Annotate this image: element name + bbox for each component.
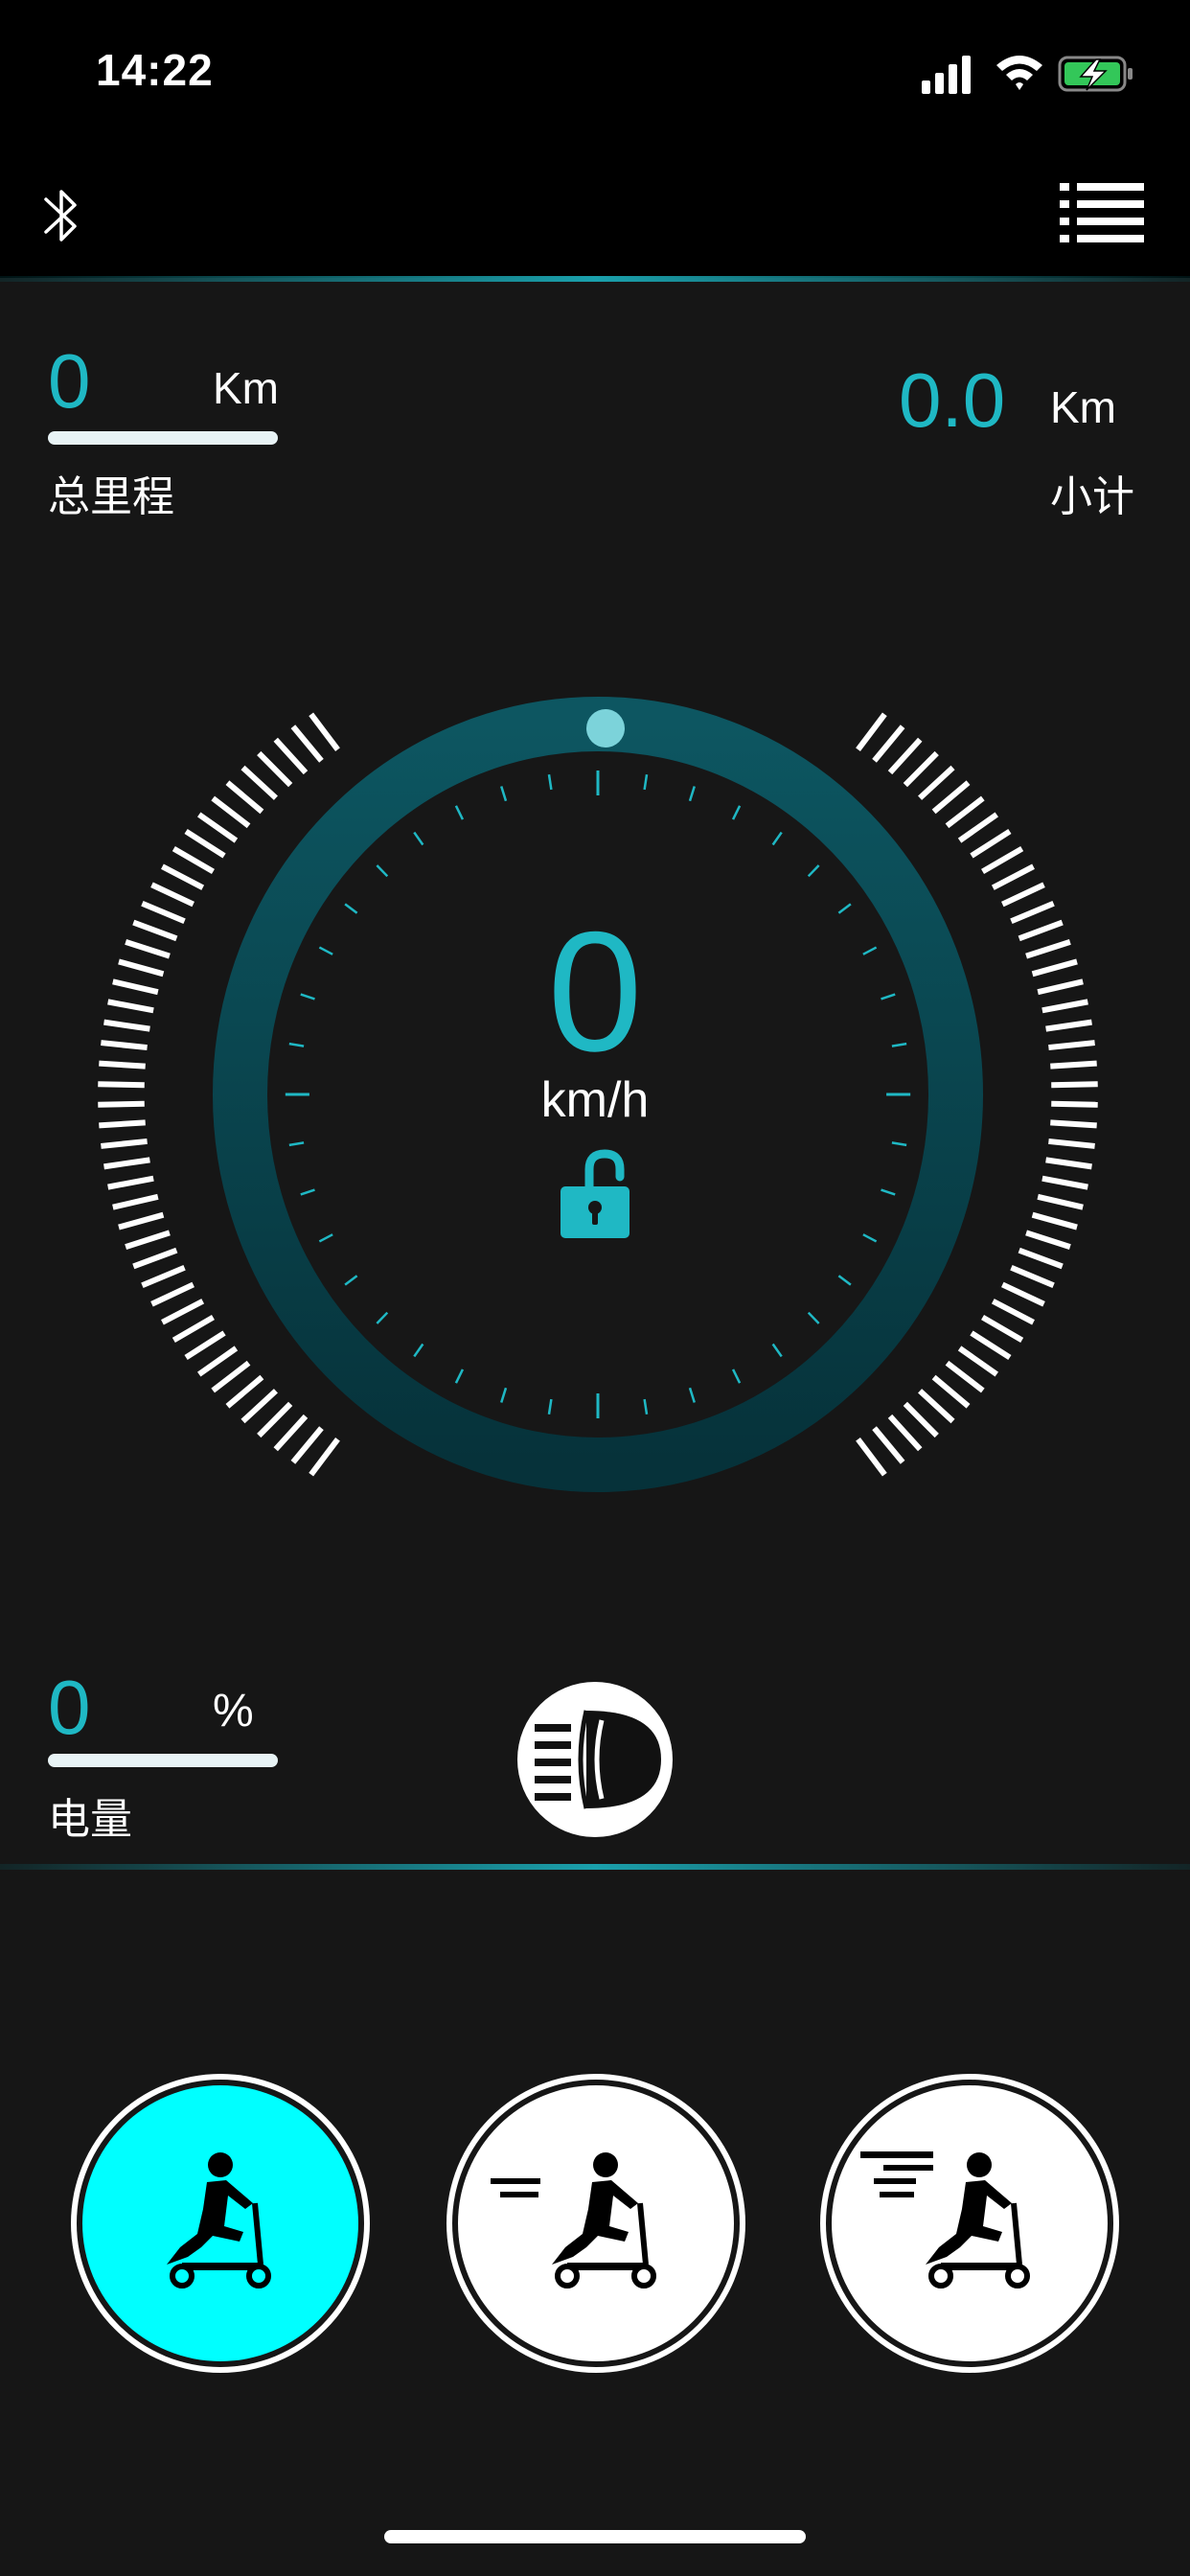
outer-tick [184,828,226,859]
outer-tick [970,1330,1012,1361]
outer-tick [101,1138,148,1149]
outer-tick [918,765,955,800]
headlight-button[interactable] [517,1682,673,1837]
mode-button-medium-speed[interactable] [443,2070,749,2377]
list-menu-icon[interactable] [1060,180,1144,243]
status-bar: 14:22 [0,0,1190,144]
battery-unit: % [213,1686,254,1736]
trip-unit: Km [1050,382,1116,432]
battery-label: 电量 [48,1796,132,1843]
outer-tick [211,795,251,829]
total-mileage-value: 0 [48,338,91,424]
outer-tick [225,1374,264,1409]
outer-tick [1037,1193,1084,1210]
outer-tick [273,1414,309,1452]
outer-tick [981,1314,1024,1344]
mode-button-low-ring [71,2074,370,2373]
outer-tick [887,737,923,775]
signal-icon [922,56,971,94]
outer-tick [1045,1157,1092,1170]
outer-tick [172,1314,215,1344]
outer-tick [903,750,939,788]
outer-tick [273,737,309,775]
outer-tick [1010,1264,1055,1289]
outer-tick [112,1193,159,1210]
outer-tick [1041,1175,1088,1190]
outer-tick [225,780,264,815]
outer-tick [981,845,1024,875]
wifi-icon [996,56,1042,90]
trip-label: 小计 [1050,473,1134,520]
outer-tick [872,1426,905,1464]
outer-tick [872,724,905,763]
outer-tick [1048,1138,1095,1149]
outer-tick [309,712,340,752]
battery-charging-icon [1058,56,1133,92]
mode-button-medium-ring [446,2074,745,2373]
outer-tick [1018,1247,1064,1270]
outer-tick [184,1330,226,1361]
outer-tick [132,1247,178,1270]
speed-indicator-knob [586,709,625,748]
outer-tick [945,795,985,829]
status-time: 14:22 [96,45,214,95]
outer-tick [118,1211,165,1230]
outer-tick [257,1401,293,1438]
outer-tick [903,1401,939,1438]
outer-tick [918,1389,955,1424]
trip-value: 0.0 [899,357,1006,443]
battery-bar [48,1754,278,1767]
outer-tick [856,1437,887,1477]
outer-tick [211,1360,251,1393]
status-icons [922,56,1133,94]
speed-value: 0 [547,896,643,1087]
outer-tick [197,1346,239,1377]
mode-button-low-speed[interactable] [67,2070,374,2377]
outer-tick [957,1346,998,1377]
outer-tick [107,1175,154,1190]
outer-tick [161,1299,205,1325]
outer-tick [141,1264,186,1289]
top-toolbar [0,144,1190,278]
home-indicator[interactable] [384,2530,806,2543]
total-mileage-bar [48,431,278,445]
header-divider [0,276,1190,282]
bluetooth-icon[interactable] [38,182,86,249]
battery-value: 0 [48,1665,91,1750]
outer-tick [991,863,1035,890]
outer-tick [257,750,293,788]
mode-button-high-ring [820,2074,1119,2373]
outer-tick [240,1389,278,1424]
outer-tick [290,724,324,763]
outer-tick [150,1281,195,1307]
outer-tick [103,1157,150,1170]
outer-tick [957,812,998,843]
bottom-divider [0,1864,1190,1870]
outer-tick [1025,1230,1071,1250]
mode-button-high-speed[interactable] [816,2070,1123,2377]
outer-tick [290,1426,324,1464]
outer-tick [1031,1211,1078,1230]
total-mileage-label: 总里程 [48,473,174,520]
outer-tick [931,780,971,815]
outer-tick [945,1360,985,1393]
total-mileage-unit: Km [213,363,279,413]
outer-tick [970,828,1012,859]
outer-tick [172,845,215,875]
outer-tick [197,812,239,843]
outer-tick [887,1414,923,1452]
outer-tick [240,765,278,800]
outer-tick [991,1299,1035,1325]
outer-tick [856,712,887,752]
unlocked-padlock-icon[interactable] [561,1148,629,1240]
headlight-icon [535,1710,661,1809]
outer-tick [125,1230,171,1250]
outer-tick [931,1374,971,1409]
outer-tick [1001,1281,1045,1307]
speed-unit: km/h [540,1072,650,1128]
outer-tick [161,863,205,890]
outer-tick [309,1437,340,1477]
outer-tick [150,882,195,908]
outer-tick [1001,882,1045,908]
